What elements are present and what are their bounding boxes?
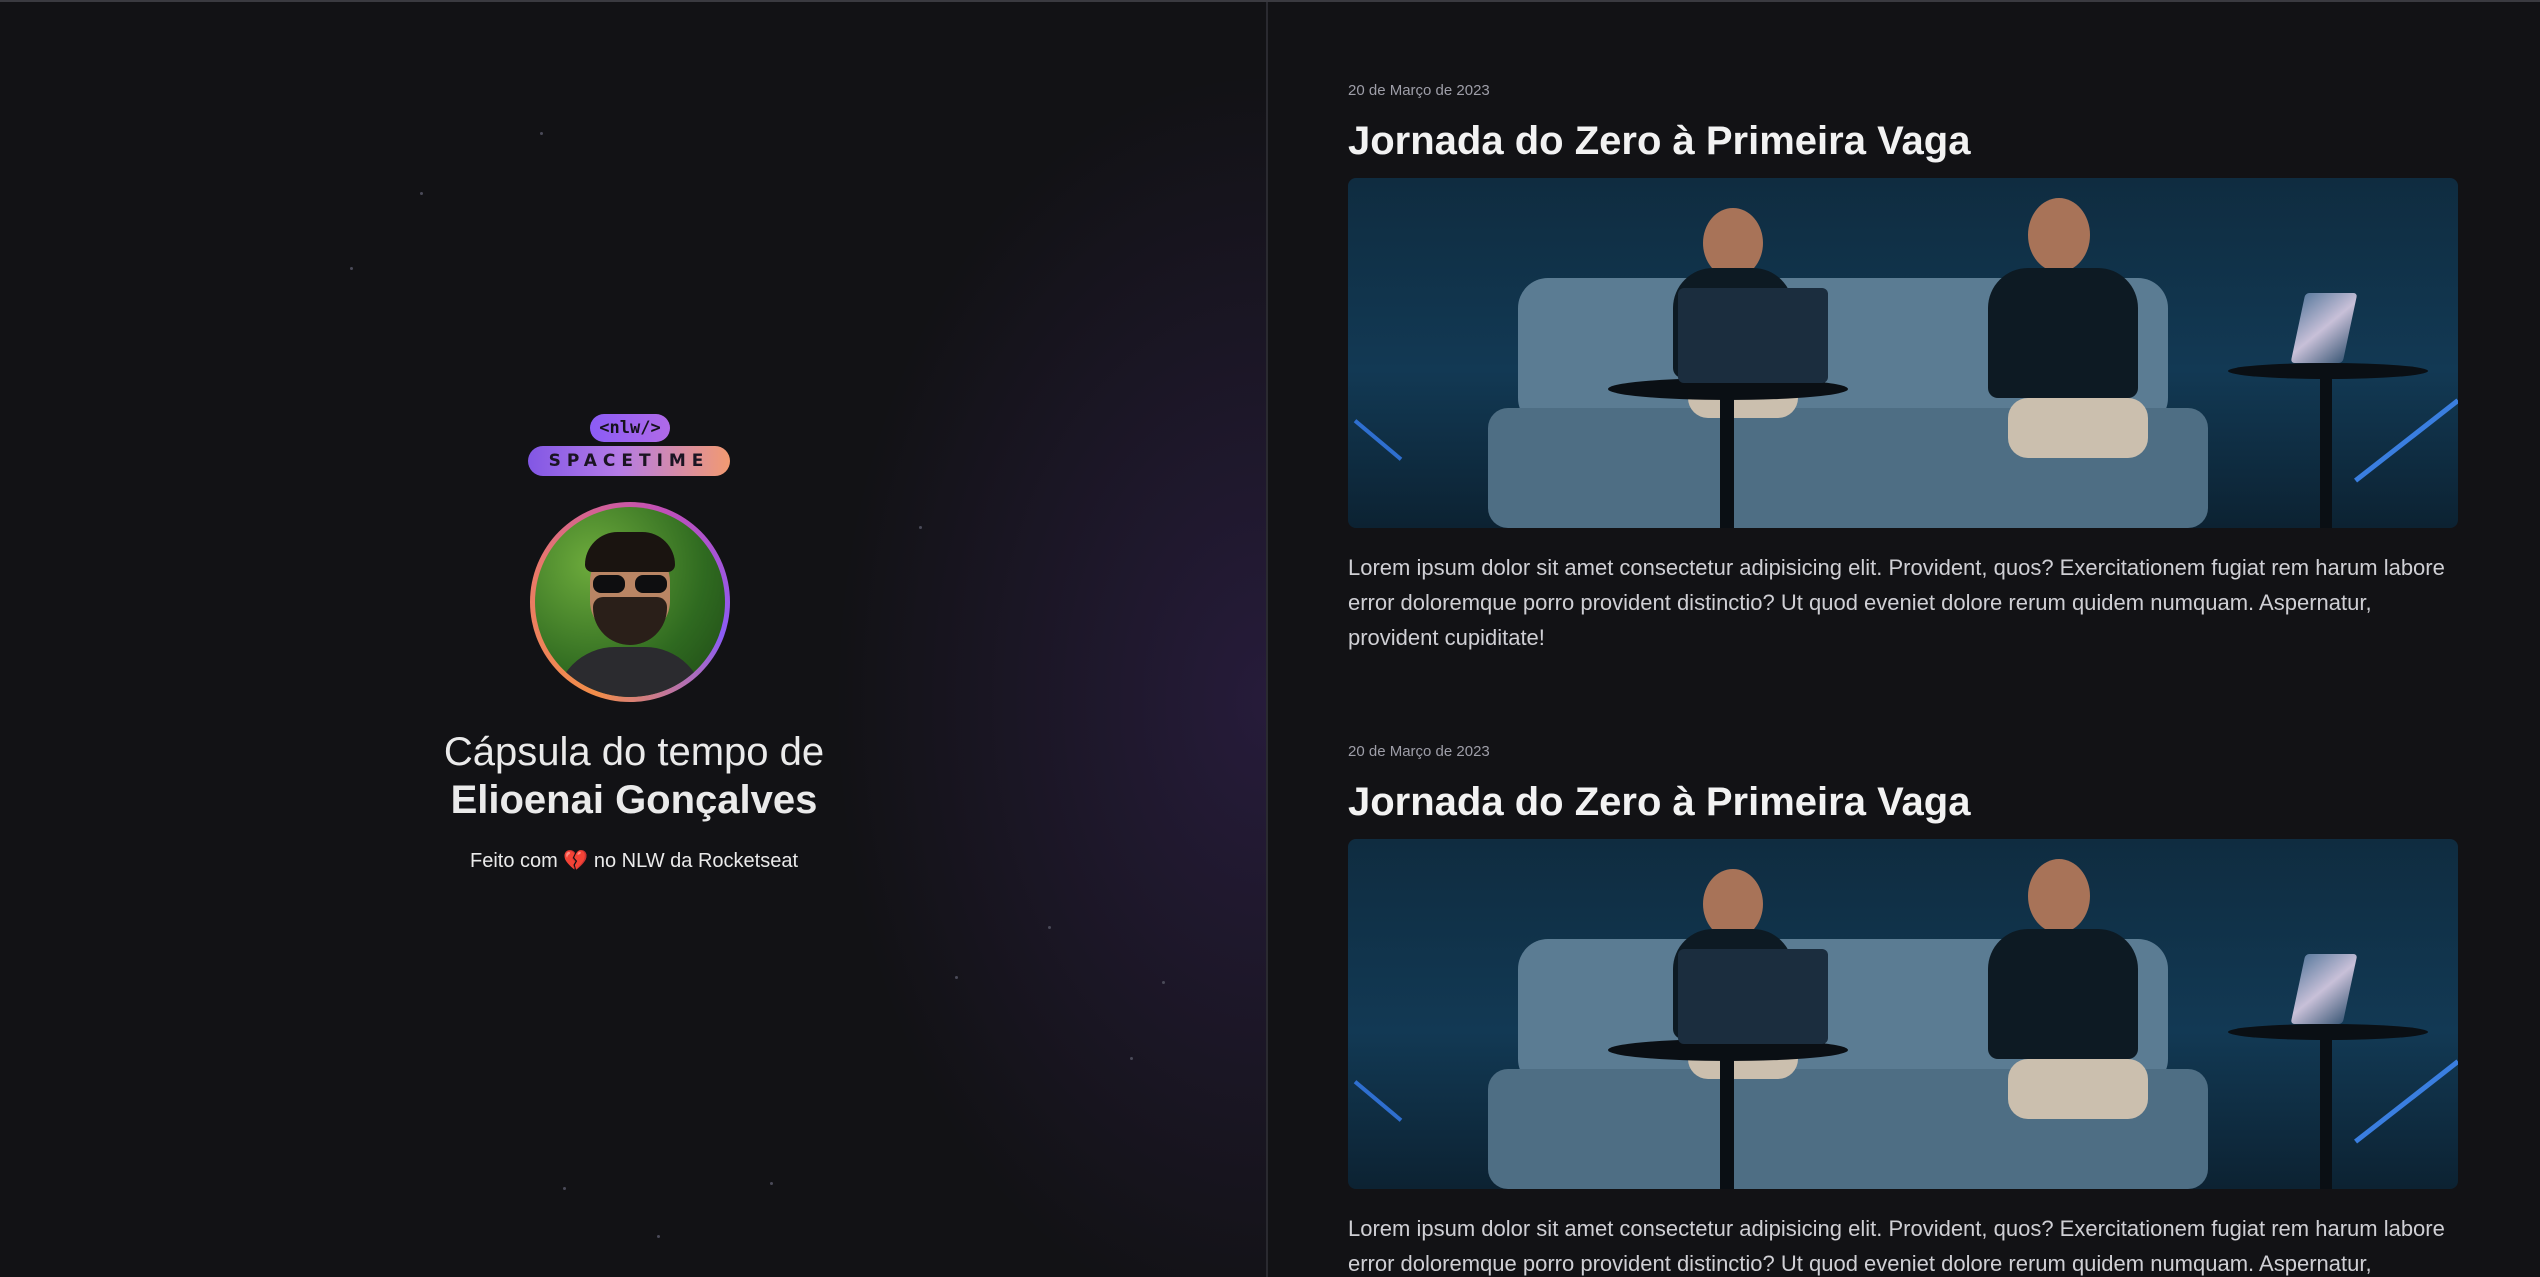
app-root: <nlw/> SPACETIME Cápsula do tempo de Eli… [0,2,2540,1277]
star-decoration [955,976,958,979]
memory-image [1348,839,2458,1189]
star-decoration [770,1182,773,1185]
logo-wordmark: SPACETIME [528,446,730,476]
capsule-title-prefix: Cápsula do tempo de [443,730,825,774]
avatar [530,502,730,702]
credit-text-before: Feito com [469,850,558,872]
memory-card: 20 de Março de 2023 Jornada do Zero à Pr… [1348,743,2458,1277]
memory-excerpt: Lorem ipsum dolor sit amet consectetur a… [1348,555,2445,650]
avatar-photo [535,507,725,697]
capsule-owner-name: Elioenai Gonçalves [450,778,818,822]
star-decoration [657,1235,660,1238]
capsule-title: Cápsula do tempo de Elioenai Gonçalves [0,728,1266,824]
memory-date: 20 de Março de 2023 [1348,743,1490,760]
heart-icon: 💔 [563,850,589,872]
memory-excerpt: Lorem ipsum dolor sit amet consectetur a… [1348,1216,2445,1276]
star-decoration [1162,981,1165,984]
star-decoration [1048,926,1051,929]
star-decoration [350,267,353,270]
credit-text-after: no NLW da Rocketseat [593,850,798,872]
star-decoration [919,526,922,529]
logo-tag: <nlw/> [590,414,670,442]
memory-card: 20 de Março de 2023 Jornada do Zero à Pr… [1348,82,2458,655]
footer-credit: Feito com 💔 no NLW da Rocketseat [0,848,1266,873]
memory-date: 20 de Março de 2023 [1348,82,1490,99]
star-decoration [420,192,423,195]
laptop-icon [1678,949,1828,1044]
star-decoration [540,132,543,135]
memories-feed[interactable]: 20 de Março de 2023 Jornada do Zero à Pr… [1268,2,2538,1277]
sunglasses-icon [593,575,667,593]
star-decoration [1130,1057,1133,1060]
nlw-spacetime-logo: <nlw/> SPACETIME [528,412,730,476]
memory-title: Jornada do Zero à Primeira Vaga [1348,119,1971,163]
memory-image [1348,178,2458,528]
memory-title: Jornada do Zero à Primeira Vaga [1348,780,1971,824]
laptop-icon [1678,288,1828,383]
profile-panel: <nlw/> SPACETIME Cápsula do tempo de Eli… [0,2,1268,1277]
star-decoration [563,1187,566,1190]
